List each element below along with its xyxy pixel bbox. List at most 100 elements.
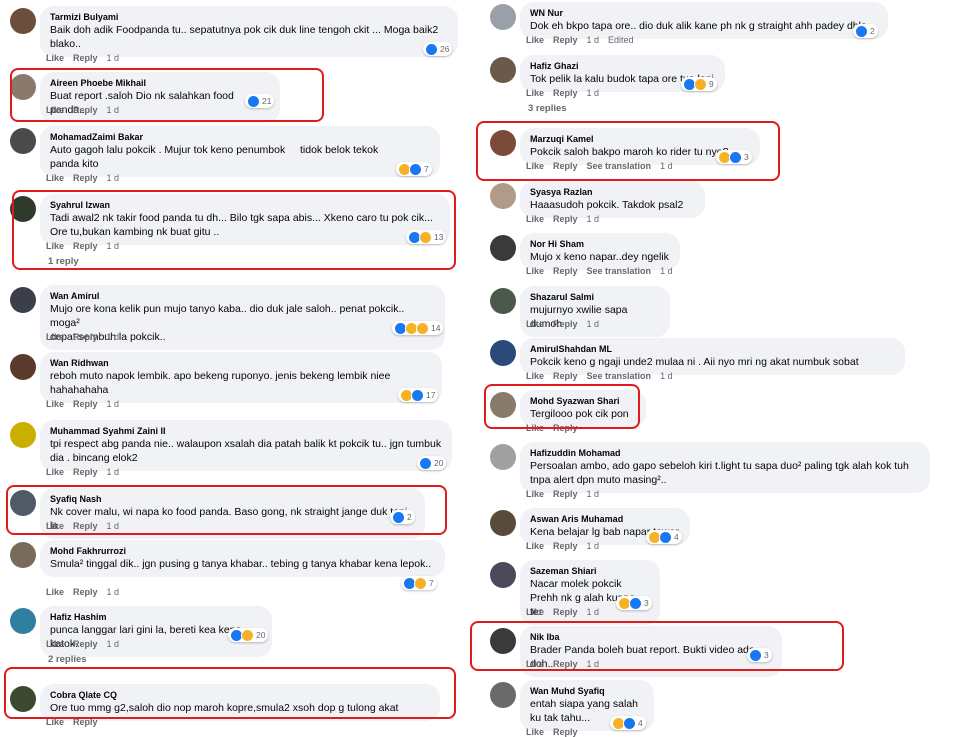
- like-button[interactable]: Like: [46, 173, 64, 183]
- comment-timestamp[interactable]: 1 d: [107, 53, 120, 63]
- reaction-summary[interactable]: 2: [390, 510, 415, 524]
- like-button[interactable]: Like: [526, 659, 544, 669]
- reaction-summary[interactable]: 26: [423, 42, 453, 56]
- avatar[interactable]: [490, 682, 516, 708]
- like-button[interactable]: Like: [526, 266, 544, 276]
- avatar[interactable]: [490, 235, 516, 261]
- like-button[interactable]: Like: [46, 587, 64, 597]
- like-button[interactable]: Like: [46, 105, 64, 115]
- comment-timestamp[interactable]: 1 d: [107, 399, 120, 409]
- reply-button[interactable]: Reply: [73, 587, 98, 597]
- reply-button[interactable]: Reply: [73, 467, 98, 477]
- comment-timestamp[interactable]: 1 d: [660, 161, 673, 171]
- reply-button[interactable]: Reply: [73, 105, 98, 115]
- like-button[interactable]: Like: [526, 371, 544, 381]
- view-replies-link[interactable]: 3 replies: [528, 103, 567, 114]
- like-button[interactable]: Like: [46, 399, 64, 409]
- like-button[interactable]: Like: [526, 541, 544, 551]
- reply-button[interactable]: Reply: [553, 319, 578, 329]
- avatar[interactable]: [490, 183, 516, 209]
- reply-button[interactable]: Reply: [73, 521, 98, 531]
- reaction-summary[interactable]: 9: [681, 77, 717, 91]
- comment-timestamp[interactable]: 1 d: [587, 541, 600, 551]
- comment-timestamp[interactable]: 1 d: [107, 332, 120, 342]
- like-button[interactable]: Like: [46, 521, 64, 531]
- comment-timestamp[interactable]: 1 d: [107, 587, 120, 597]
- reaction-summary[interactable]: 3: [716, 150, 752, 164]
- comment-timestamp[interactable]: 1 d: [587, 214, 600, 224]
- like-button[interactable]: Like: [526, 214, 544, 224]
- like-button[interactable]: Like: [526, 88, 544, 98]
- reply-button[interactable]: Reply: [73, 241, 98, 251]
- reply-button[interactable]: Reply: [73, 717, 98, 727]
- like-button[interactable]: Like: [46, 467, 64, 477]
- comment-timestamp[interactable]: 1 d: [107, 521, 120, 531]
- reaction-summary[interactable]: 20: [417, 456, 447, 470]
- comment-author[interactable]: Nik Iba: [530, 631, 772, 643]
- see-translation-button[interactable]: See translation: [587, 266, 652, 276]
- reaction-summary[interactable]: 3: [616, 596, 652, 610]
- reply-button[interactable]: Reply: [553, 88, 578, 98]
- avatar[interactable]: [490, 340, 516, 366]
- like-button[interactable]: Like: [526, 727, 544, 737]
- comment-author[interactable]: Tarmizi Bulyami: [50, 11, 448, 23]
- comment-author[interactable]: Shazarul Salmi: [530, 291, 660, 303]
- comment-author[interactable]: Hafiz Hashim: [50, 611, 262, 623]
- see-translation-button[interactable]: See translation: [587, 371, 652, 381]
- view-replies-link[interactable]: 2 replies: [48, 654, 87, 665]
- reaction-summary[interactable]: 14: [392, 321, 444, 335]
- reply-button[interactable]: Reply: [553, 607, 578, 617]
- avatar[interactable]: [490, 392, 516, 418]
- reaction-summary[interactable]: 21: [245, 94, 275, 108]
- comment-author[interactable]: Marzuqi Kamel: [530, 133, 750, 145]
- avatar[interactable]: [490, 628, 516, 654]
- like-button[interactable]: Like: [46, 639, 64, 649]
- comment-author[interactable]: Wan Amirul: [50, 290, 435, 302]
- reply-button[interactable]: Reply: [553, 371, 578, 381]
- reply-button[interactable]: Reply: [553, 214, 578, 224]
- reply-button[interactable]: Reply: [73, 173, 98, 183]
- reaction-summary[interactable]: 20: [228, 628, 269, 642]
- reply-button[interactable]: Reply: [553, 659, 578, 669]
- comment-timestamp[interactable]: 1 d: [587, 35, 600, 45]
- reaction-summary[interactable]: 4: [610, 716, 646, 730]
- like-button[interactable]: Like: [46, 332, 64, 342]
- comment-author[interactable]: Cobra Qlate CQ: [50, 689, 430, 701]
- reply-button[interactable]: Reply: [553, 489, 578, 499]
- comment-timestamp[interactable]: 1 d: [107, 241, 120, 251]
- comment-author[interactable]: Mohd Syazwan Shari: [530, 395, 636, 407]
- reply-button[interactable]: Reply: [553, 161, 578, 171]
- reply-button[interactable]: Reply: [73, 53, 98, 63]
- comment-timestamp[interactable]: 1 d: [587, 607, 600, 617]
- comment-author[interactable]: Aireen Phoebe Mikhail: [50, 77, 270, 89]
- avatar[interactable]: [10, 542, 36, 568]
- reaction-summary[interactable]: 7: [396, 162, 432, 176]
- reply-button[interactable]: Reply: [553, 35, 578, 45]
- comment-author[interactable]: Nor Hi Sham: [530, 238, 670, 250]
- reply-button[interactable]: Reply: [553, 266, 578, 276]
- view-replies-link[interactable]: 1 reply: [48, 256, 79, 267]
- comment-timestamp[interactable]: 1 d: [587, 319, 600, 329]
- avatar[interactable]: [490, 57, 516, 83]
- reaction-summary[interactable]: 17: [398, 388, 439, 402]
- comment-author[interactable]: Wan Ridhwan: [50, 357, 432, 369]
- reaction-summary[interactable]: 3: [747, 648, 772, 662]
- reaction-summary[interactable]: 4: [646, 530, 682, 544]
- reaction-summary[interactable]: 7: [401, 576, 437, 590]
- comment-author[interactable]: Aswan Aris Muhamad: [530, 513, 680, 525]
- reply-button[interactable]: Reply: [73, 639, 98, 649]
- comment-timestamp[interactable]: 1 d: [587, 489, 600, 499]
- comment-timestamp[interactable]: 1 d: [107, 639, 120, 649]
- reaction-summary[interactable]: 13: [406, 230, 447, 244]
- comment-author[interactable]: Sazeman Shiari: [530, 565, 650, 577]
- comment-timestamp[interactable]: 1 d: [660, 371, 673, 381]
- comment-author[interactable]: Hafiz Ghazi: [530, 60, 715, 72]
- comment-author[interactable]: Hafizuddin Mohamad: [530, 447, 920, 459]
- like-button[interactable]: Like: [526, 35, 544, 45]
- comment-timestamp[interactable]: 1 d: [107, 105, 120, 115]
- avatar[interactable]: [10, 354, 36, 380]
- like-button[interactable]: Like: [526, 607, 544, 617]
- avatar[interactable]: [10, 287, 36, 313]
- reply-button[interactable]: Reply: [73, 332, 98, 342]
- reply-button[interactable]: Reply: [553, 541, 578, 551]
